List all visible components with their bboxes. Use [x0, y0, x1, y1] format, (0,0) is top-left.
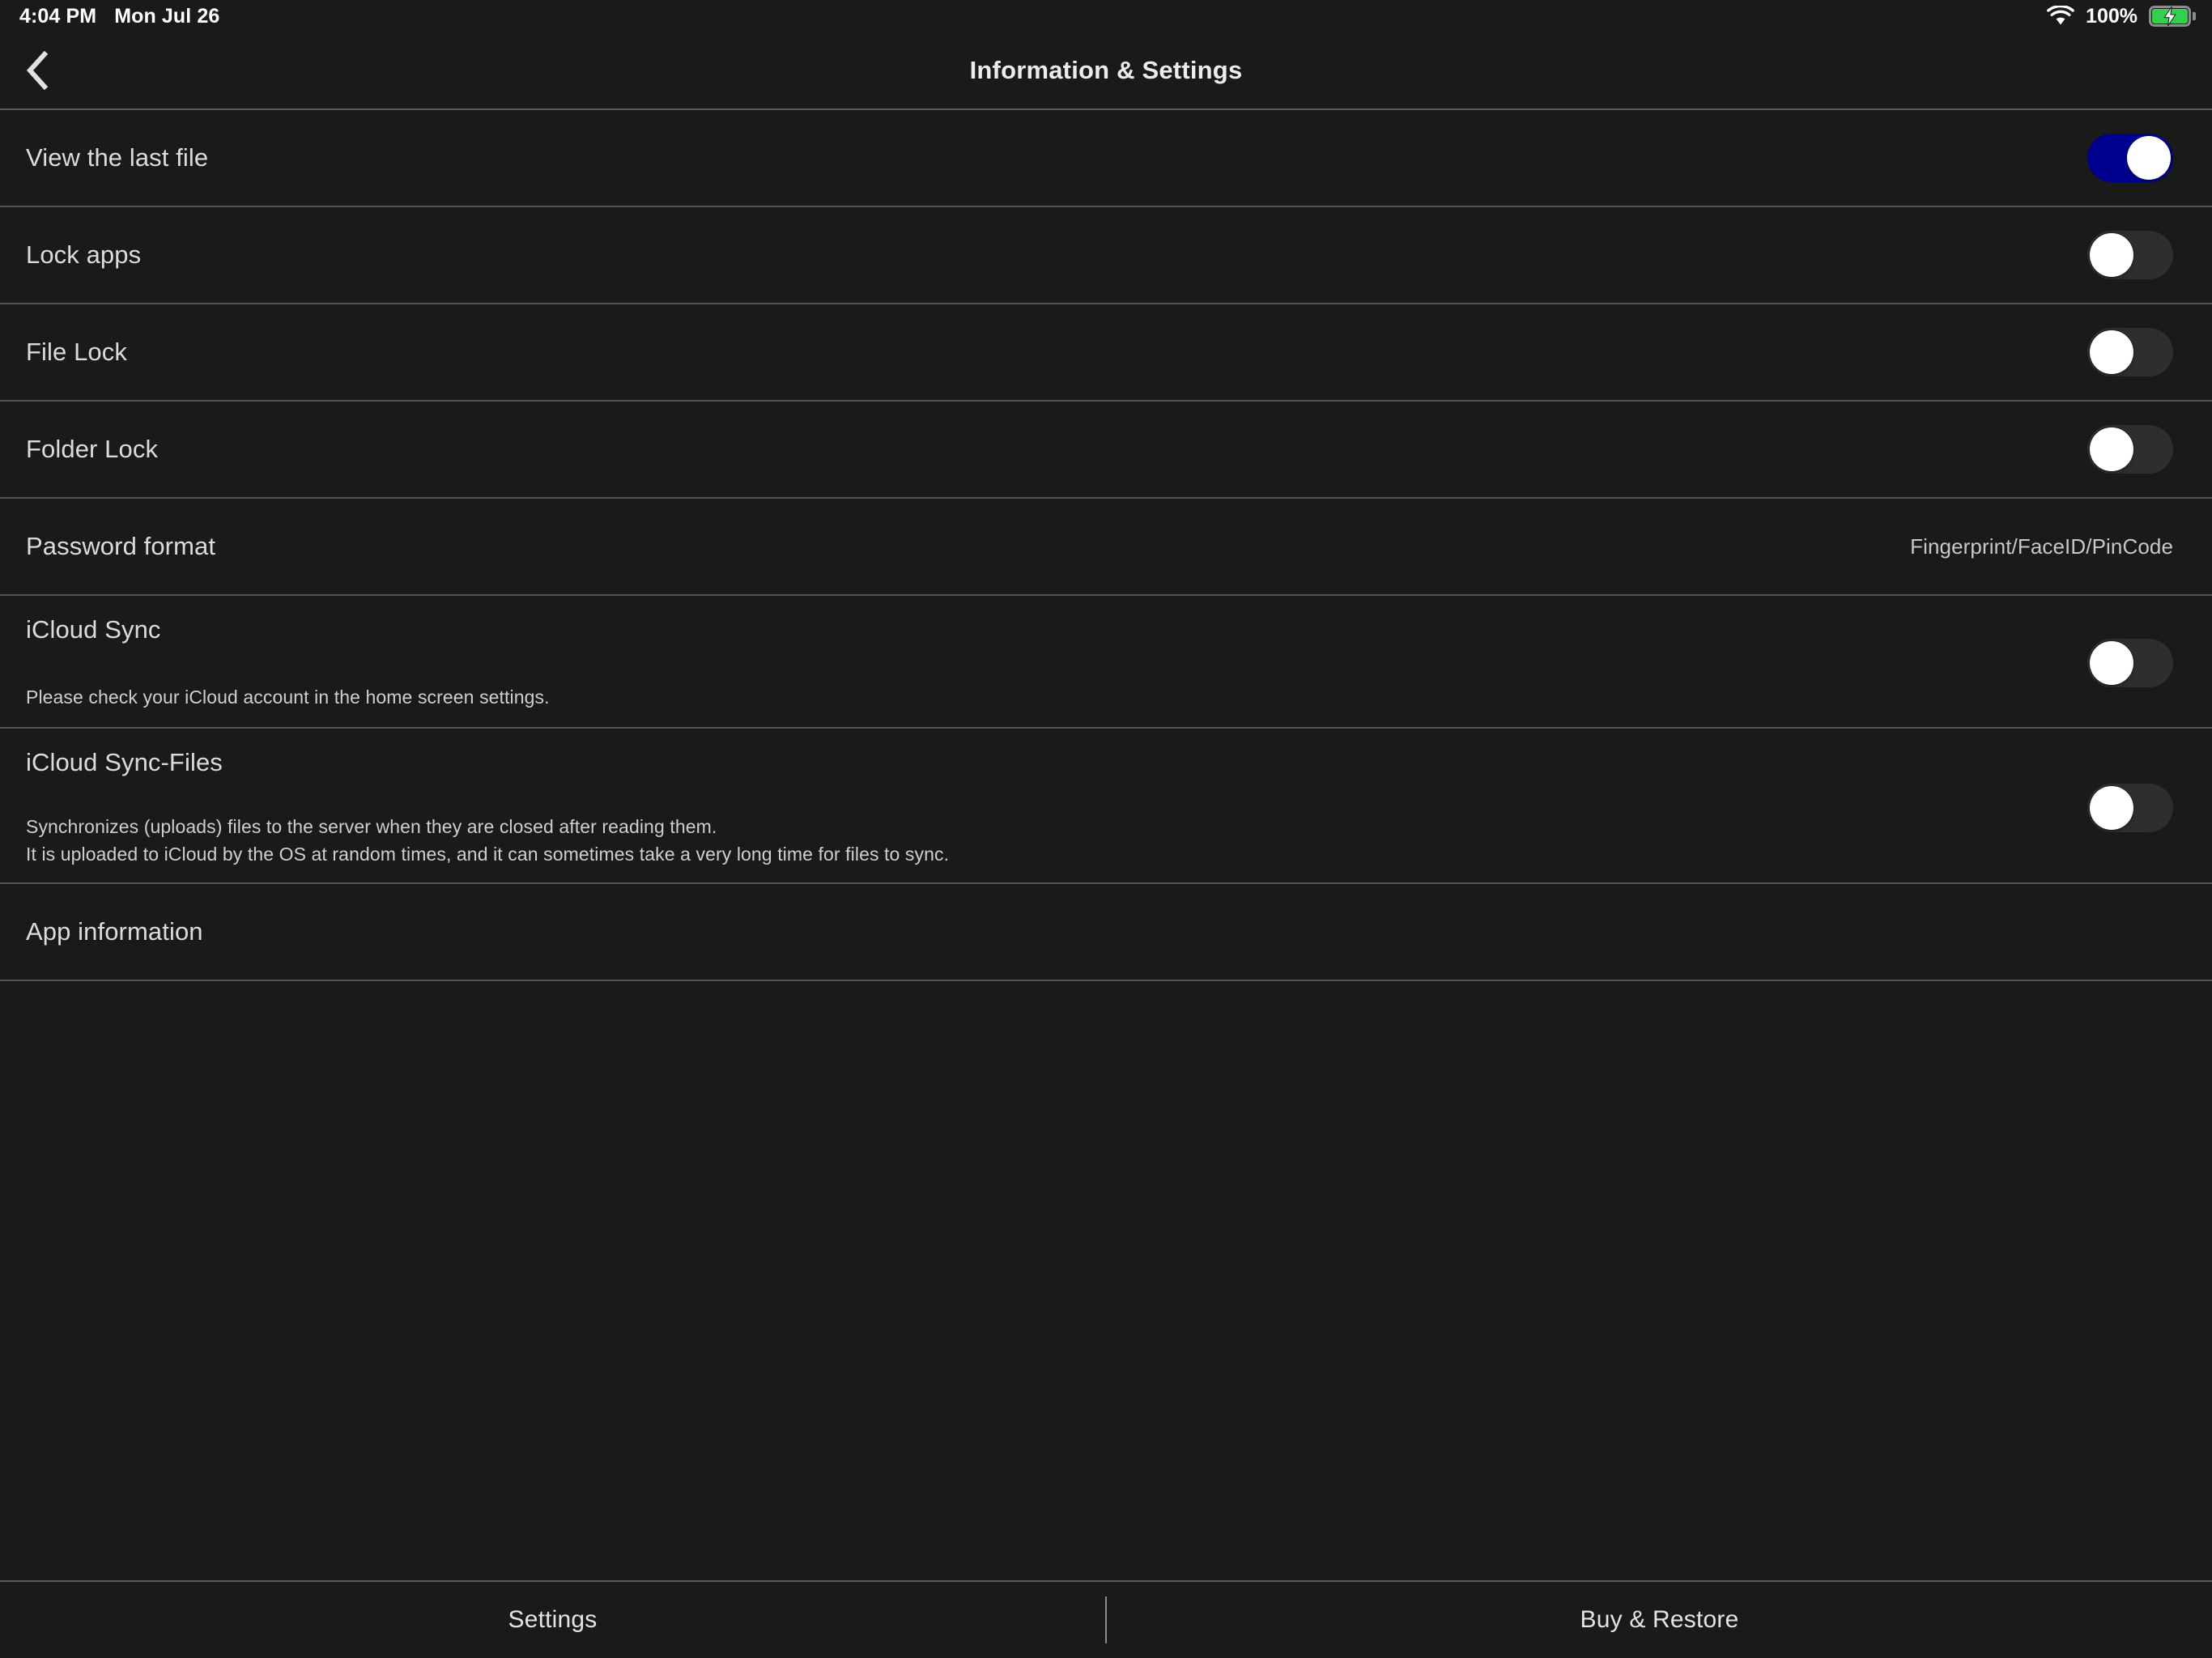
- status-date: Mon Jul 26: [114, 4, 220, 28]
- status-bar-right: 100%: [2047, 4, 2196, 28]
- toggle-icloud-sync-files[interactable]: [2087, 784, 2173, 832]
- toggle-container: [2055, 784, 2173, 832]
- row-text-block: iCloud Sync-Files Synchronizes (uploads)…: [26, 748, 2055, 868]
- row-text-block: File Lock: [26, 338, 2055, 367]
- list-empty-area: [0, 981, 2212, 1580]
- status-bar: 4:04 PM Mon Jul 26 100%: [0, 0, 2212, 32]
- row-text-block: App information: [26, 917, 2173, 946]
- row-text-block: View the last file: [26, 143, 2055, 172]
- settings-row-label: Folder Lock: [26, 435, 159, 464]
- toggle-knob: [2090, 427, 2133, 471]
- toggle-icloud-sync[interactable]: [2087, 639, 2173, 687]
- settings-row-subtitle-line-1: Synchronizes (uploads) files to the serv…: [26, 816, 717, 838]
- tab-buy-restore[interactable]: Buy & Restore: [1107, 1582, 2212, 1658]
- toggle-knob: [2090, 233, 2133, 277]
- row-text-block: Folder Lock: [26, 435, 2055, 464]
- toggle-folder-lock[interactable]: [2087, 425, 2173, 474]
- settings-row-label: Lock apps: [26, 240, 142, 270]
- back-button[interactable]: [6, 40, 68, 101]
- settings-row-subtitle-group: Synchronizes (uploads) files to the serv…: [26, 814, 2055, 868]
- settings-row-label: App information: [26, 917, 203, 946]
- settings-row-label: iCloud Sync: [26, 615, 161, 644]
- tab-settings[interactable]: Settings: [0, 1582, 1105, 1658]
- chevron-left-icon: [25, 50, 49, 91]
- battery-charging-icon: [2149, 6, 2196, 27]
- app-root: 4:04 PM Mon Jul 26 100% Information & Se…: [0, 0, 2212, 1658]
- wifi-icon: [2047, 4, 2074, 27]
- settings-row-label: File Lock: [26, 338, 127, 367]
- row-text-block: iCloud Sync Please check your iCloud acc…: [26, 615, 2055, 711]
- settings-row-file-lock[interactable]: File Lock: [0, 304, 2212, 402]
- settings-row-icloud-sync[interactable]: iCloud Sync Please check your iCloud acc…: [0, 596, 2212, 729]
- toggle-container: [2055, 328, 2173, 376]
- toggle-view-the-last-file[interactable]: [2087, 134, 2173, 182]
- toggle-container: [2055, 425, 2173, 474]
- toggle-file-lock[interactable]: [2087, 328, 2173, 376]
- bottom-tab-bar: Settings Buy & Restore: [0, 1580, 2212, 1658]
- toggle-lock-apps[interactable]: [2087, 231, 2173, 279]
- settings-list: View the last file Lock apps File Lock F…: [0, 110, 2212, 1580]
- toggle-knob: [2127, 136, 2171, 180]
- battery-percentage: 100%: [2086, 4, 2138, 28]
- settings-row-label: iCloud Sync-Files: [26, 748, 223, 776]
- toggle-container: [2055, 134, 2173, 182]
- toggle-container: [2055, 231, 2173, 279]
- settings-row-subtitle-line-2: It is uploaded to iCloud by the OS at ra…: [26, 843, 950, 865]
- page-title: Information & Settings: [969, 56, 1243, 84]
- settings-row-app-information[interactable]: App information: [0, 884, 2212, 981]
- page-header: Information & Settings: [0, 32, 2212, 110]
- status-bar-left: 4:04 PM Mon Jul 26: [19, 6, 219, 27]
- settings-row-label: View the last file: [26, 143, 209, 172]
- toggle-knob: [2090, 641, 2133, 685]
- settings-row-label: Password format: [26, 532, 216, 561]
- settings-row-folder-lock[interactable]: Folder Lock: [0, 402, 2212, 499]
- status-time: 4:04 PM: [19, 4, 97, 28]
- toggle-container: [2055, 639, 2173, 687]
- toggle-knob: [2090, 330, 2133, 374]
- settings-row-icloud-sync-files[interactable]: iCloud Sync-Files Synchronizes (uploads)…: [0, 729, 2212, 884]
- settings-row-lock-apps[interactable]: Lock apps: [0, 207, 2212, 304]
- password-format-value: Fingerprint/FaceID/PinCode: [1910, 534, 2173, 559]
- row-text-block: Lock apps: [26, 240, 2055, 270]
- settings-row-subtitle: Please check your iCloud account in the …: [26, 686, 550, 708]
- row-text-block: Password format: [26, 532, 1910, 561]
- settings-row-view-the-last-file[interactable]: View the last file: [0, 110, 2212, 207]
- toggle-knob: [2090, 786, 2133, 830]
- settings-row-password-format[interactable]: Password format Fingerprint/FaceID/PinCo…: [0, 499, 2212, 596]
